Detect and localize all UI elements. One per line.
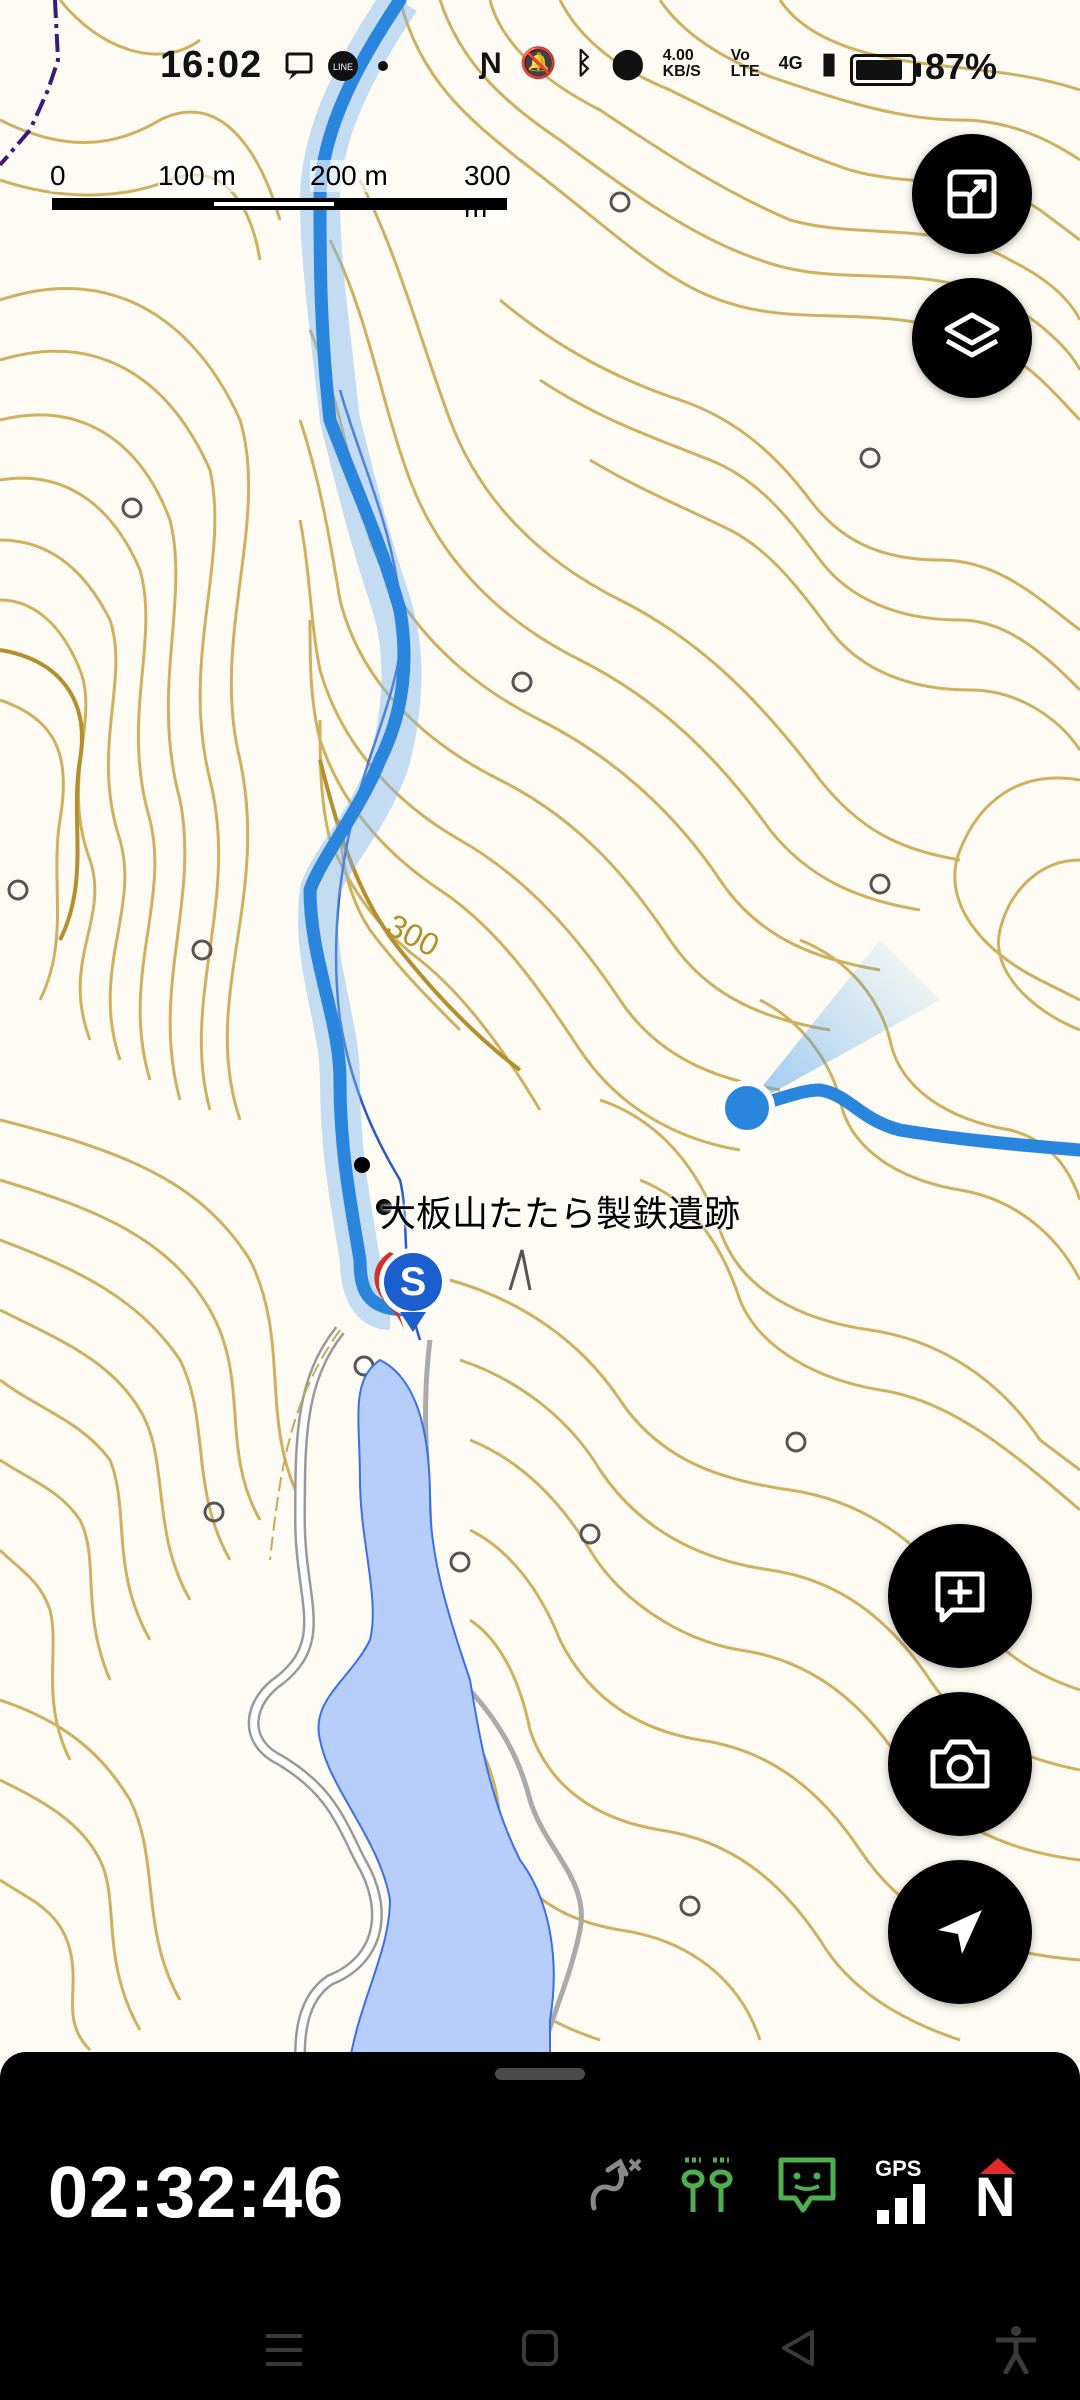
drag-handle[interactable] — [495, 2068, 585, 2080]
battery-icon — [850, 54, 921, 86]
gps-signal-icon[interactable] — [875, 2180, 929, 2224]
home-icon[interactable] — [520, 2328, 560, 2368]
scale-label-200: 200 m — [310, 160, 388, 192]
camera-button[interactable] — [888, 1692, 1032, 1836]
mute-icon: 🔕 — [519, 47, 558, 80]
network-speed: 4.00 KB/S — [662, 46, 701, 80]
volte-indicator: Vo LTE — [730, 46, 760, 80]
layers-button[interactable] — [912, 278, 1032, 398]
status-time: 16:02 — [160, 44, 263, 86]
message-icon — [285, 52, 313, 80]
start-marker-letter: S — [400, 1260, 427, 1304]
elapsed-time: 02:32:46 — [48, 2153, 345, 2233]
route-off-icon[interactable] — [580, 2152, 646, 2218]
network-type: 4G — [778, 53, 803, 73]
back-icon[interactable] — [778, 2328, 818, 2368]
status-bar: 16:02 LINE Ɲ 🔕 ᛒ ⬤ 4.00 KB/S Vo LTE 4G ▮… — [0, 0, 1080, 130]
bluetooth-icon: ᛒ — [575, 46, 594, 80]
signal-icon: ▮ — [820, 47, 838, 80]
location-icon: ⬤ — [611, 47, 645, 80]
notification-icons: LINE — [285, 46, 435, 94]
scale-bar: 0 100 m 200 m 300 m — [50, 160, 511, 224]
menu-icon[interactable] — [262, 2330, 306, 2370]
battery-percent: 87% — [925, 46, 998, 87]
system-nav-bar — [0, 2290, 1080, 2400]
compass-north-label: N — [975, 2165, 1016, 2228]
locate-button[interactable] — [888, 1860, 1032, 2004]
add-note-icon — [935, 1571, 985, 1623]
expand-button[interactable] — [912, 134, 1032, 254]
poi-dot[interactable] — [354, 1157, 370, 1173]
poi-label[interactable]: 大板山たたら製鉄遺跡 — [380, 1185, 740, 1237]
add-note-button[interactable] — [888, 1524, 1032, 1668]
start-marker[interactable]: S — [370, 1240, 456, 1336]
accessibility-icon[interactable] — [994, 2324, 1038, 2374]
more-dot-icon — [378, 61, 388, 71]
current-location-dot — [719, 1080, 775, 1136]
status-message-icon[interactable] — [775, 2152, 839, 2218]
scale-label-0: 0 — [50, 160, 66, 192]
camera-icon — [930, 1739, 990, 1789]
layers-icon — [944, 312, 1000, 358]
recording-panel[interactable]: 02:32:46 GPS N — [0, 2052, 1080, 2400]
nfc-icon: Ɲ — [480, 46, 502, 80]
waypoints-icon[interactable] — [675, 2152, 741, 2218]
svg-text:LINE: LINE — [333, 62, 353, 72]
gps-label: GPS — [875, 2156, 922, 2181]
scale-label-100: 100 m — [158, 160, 236, 192]
scale-label-300: 300 m — [464, 160, 511, 224]
expand-icon — [947, 169, 997, 219]
navigation-arrow-icon — [938, 1910, 982, 1954]
